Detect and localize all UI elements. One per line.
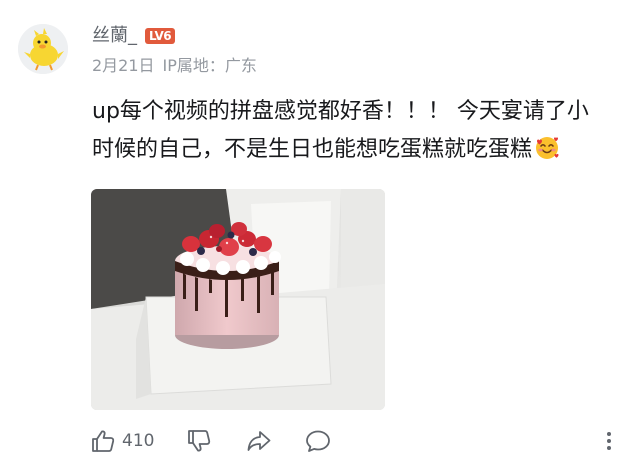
thumbs-up-icon: [92, 430, 115, 452]
comment-text-line-2: 时候的自己，不是生日也能想吃蛋糕就吃蛋糕: [92, 131, 622, 169]
like-button[interactable]: 410: [90, 424, 154, 458]
ip-location: IP属地：广东: [162, 56, 257, 75]
avatar[interactable]: [18, 24, 68, 74]
comment-image[interactable]: [91, 189, 385, 410]
share-icon: [247, 431, 271, 451]
comment-bubble-icon: [306, 430, 330, 452]
strawberry-cake-photo: [91, 189, 385, 410]
comment-item: 丝蘭_ LV6 2月21日 IP属地：广东 up每个视频的拼盘感觉都好香！！！ …: [0, 0, 634, 467]
like-count: 410: [122, 431, 155, 451]
username[interactable]: 丝蘭_: [92, 24, 137, 48]
comment-text-line-2-text: 时候的自己，不是生日也能想吃蛋糕就吃蛋糕: [92, 137, 533, 162]
level-badge-label: LV6: [145, 28, 176, 44]
more-vertical-icon: [607, 432, 611, 450]
smiling-face-with-hearts-icon: [534, 135, 560, 161]
thumbs-down-icon: [188, 430, 211, 452]
more-options-button[interactable]: [596, 424, 622, 458]
reply-button[interactable]: [305, 424, 331, 458]
comment-date: 2月21日: [92, 56, 155, 75]
dislike-button[interactable]: [186, 424, 212, 458]
comment-text-line-1: up每个视频的拼盘感觉都好香！！！ 今天宴请了小: [92, 99, 589, 124]
comment-actions: 410: [88, 424, 622, 458]
share-button[interactable]: [246, 424, 272, 458]
comment-content: up每个视频的拼盘感觉都好香！！！ 今天宴请了小 时候的自己，不是生日也能想吃蛋…: [92, 93, 622, 169]
comment-meta: 2月21日 IP属地：广东: [92, 56, 257, 76]
duck-avatar-icon: [18, 24, 68, 74]
level-badge: LV6: [145, 28, 176, 44]
comment-header: 丝蘭_ LV6: [92, 24, 176, 48]
